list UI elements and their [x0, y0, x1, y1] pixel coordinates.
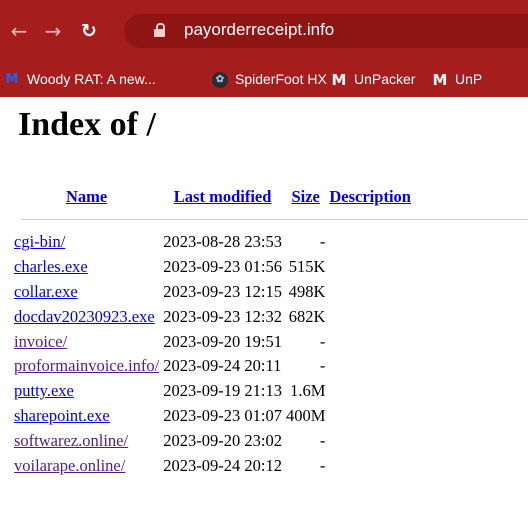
- table-header-row: Name Last modified Size Description: [12, 181, 413, 213]
- column-header-description: Description: [327, 181, 413, 213]
- file-link[interactable]: putty.exe: [14, 381, 74, 400]
- bookmark-m-icon: M: [432, 71, 448, 90]
- file-link[interactable]: proformainvoice.info/: [14, 356, 159, 375]
- description-cell: [327, 404, 413, 429]
- page-title: Index of /: [18, 106, 156, 143]
- file-link[interactable]: softwarez.online/: [14, 431, 128, 450]
- description-cell: [327, 255, 413, 280]
- last-modified-cell: 2023-09-23 12:15: [163, 281, 282, 301]
- bookmarks-bar: M Woody RAT: A new... ✿ SpiderFoot HX M UnP…: [0, 62, 528, 97]
- size-cell: -: [319, 455, 326, 475]
- file-name-cell: collar.exe: [12, 280, 161, 305]
- bookmark-spiderfoot[interactable]: ✿ SpiderFoot HX: [212, 68, 327, 90]
- last-modified-cell: 2023-09-20 23:02: [163, 430, 282, 450]
- column-header-name: Name: [12, 181, 161, 213]
- file-link[interactable]: cgi-bin/: [14, 232, 65, 251]
- file-link[interactable]: docdav20230923.exe: [14, 307, 155, 326]
- last-modified-cell: 2023-09-24 20:12: [163, 455, 282, 475]
- file-name-cell: sharepoint.exe: [12, 404, 161, 429]
- file-name-cell: softwarez.online/: [12, 428, 161, 453]
- description-cell: [327, 453, 413, 478]
- browser-chrome: ← → ↻ payorderreceipt.info M Woody RAT: A…: [0, 0, 528, 97]
- last-modified-cell: 2023-09-23 01:56: [163, 257, 282, 277]
- description-cell: [327, 304, 413, 329]
- address-bar[interactable]: payorderreceipt.info: [124, 14, 528, 48]
- table-row: docdav20230923.exe 2023-09-23 12:32 682K: [12, 304, 413, 329]
- column-header-size: Size: [284, 181, 327, 213]
- table-row: invoice/2023-09-20 19:51 -: [12, 329, 413, 354]
- table-row: sharepoint.exe 2023-09-23 01:07 400M: [12, 404, 413, 429]
- description-cell: [327, 329, 413, 354]
- table-row: softwarez.online/2023-09-20 23:02 -: [12, 428, 413, 453]
- file-name-cell: voilarape.online/: [12, 453, 161, 478]
- size-cell: -: [319, 430, 326, 450]
- size-cell: -: [319, 232, 326, 252]
- directory-listing-table: Name Last modified Size Description cgi-…: [12, 181, 528, 478]
- table-row: putty.exe 2023-09-19 21:13 1.6M: [12, 379, 413, 404]
- bookmark-unpacker-2[interactable]: M UnP: [432, 68, 483, 90]
- file-link[interactable]: collar.exe: [14, 282, 78, 301]
- browser-toolbar: ← → ↻ payorderreceipt.info: [0, 0, 528, 62]
- sort-by-description-link[interactable]: Description: [329, 187, 411, 206]
- file-link[interactable]: voilarape.online/: [14, 456, 125, 475]
- file-link[interactable]: sharepoint.exe: [14, 406, 110, 425]
- file-link[interactable]: invoice/: [14, 332, 67, 351]
- description-cell: [327, 230, 413, 255]
- table-row: collar.exe 2023-09-23 12:15 498K: [12, 280, 413, 305]
- bookmark-label: UnPacker: [354, 71, 416, 87]
- bookmark-label: UnP: [455, 71, 483, 87]
- sort-by-last-modified-link[interactable]: Last modified: [174, 187, 272, 206]
- table-row: cgi-bin/2023-08-28 23:53 -: [12, 230, 413, 255]
- size-cell: 400M: [285, 405, 326, 425]
- last-modified-cell: 2023-09-19 21:13: [163, 381, 282, 401]
- column-header-last-modified: Last modified: [161, 181, 284, 213]
- size-cell: 515K: [288, 257, 326, 277]
- back-arrow-icon[interactable]: ←: [6, 18, 32, 44]
- file-name-cell: cgi-bin/: [12, 230, 161, 255]
- last-modified-cell: 2023-09-23 12:32: [163, 306, 282, 326]
- file-name-cell: charles.exe: [12, 255, 161, 280]
- bookmark-woody-rat[interactable]: M Woody RAT: A new...: [4, 68, 156, 90]
- size-cell: -: [319, 331, 326, 351]
- description-cell: [327, 280, 413, 305]
- size-cell: -: [319, 356, 326, 376]
- sort-by-size-link[interactable]: Size: [291, 187, 319, 206]
- lock-icon[interactable]: [154, 23, 165, 37]
- size-cell: 1.6M: [290, 381, 326, 401]
- last-modified-cell: 2023-09-23 01:07: [163, 405, 282, 425]
- description-cell: [327, 379, 413, 404]
- address-bar-url[interactable]: payorderreceipt.info: [184, 20, 334, 40]
- table-row: charles.exe 2023-09-23 01:56 515K: [12, 255, 413, 280]
- bookmark-m-icon: M: [5, 72, 19, 88]
- last-modified-cell: 2023-08-28 23:53: [163, 232, 282, 252]
- spider-icon: ✿: [212, 72, 228, 89]
- bookmark-unpacker[interactable]: M UnPacker: [331, 68, 416, 90]
- table-row: proformainvoice.info/2023-09-24 20:11 -: [12, 354, 413, 379]
- header-divider: [22, 219, 528, 220]
- size-cell: 682K: [288, 306, 326, 326]
- bookmark-m-icon: M: [331, 71, 347, 90]
- file-name-cell: putty.exe: [12, 379, 161, 404]
- size-cell: 498K: [288, 281, 326, 301]
- file-name-cell: docdav20230923.exe: [12, 304, 161, 329]
- description-cell: [327, 428, 413, 453]
- bookmark-label: SpiderFoot HX: [235, 71, 327, 87]
- file-link[interactable]: charles.exe: [14, 257, 88, 276]
- file-name-cell: invoice/: [12, 329, 161, 354]
- file-name-cell: proformainvoice.info/: [12, 354, 161, 379]
- forward-arrow-icon[interactable]: →: [40, 18, 66, 44]
- description-cell: [327, 354, 413, 379]
- last-modified-cell: 2023-09-20 19:51: [163, 331, 282, 351]
- reload-icon[interactable]: ↻: [76, 18, 102, 44]
- table-row: voilarape.online/2023-09-24 20:12 -: [12, 453, 413, 478]
- bookmark-label: Woody RAT: A new...: [27, 71, 156, 87]
- sort-by-name-link[interactable]: Name: [66, 187, 107, 206]
- last-modified-cell: 2023-09-24 20:11: [163, 356, 282, 376]
